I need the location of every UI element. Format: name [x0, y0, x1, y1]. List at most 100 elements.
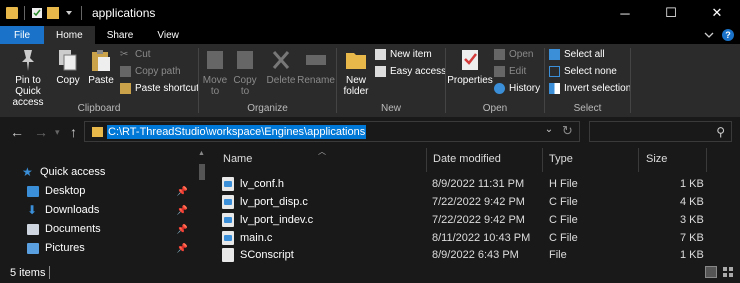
properties-icon	[462, 50, 478, 70]
tab-home[interactable]: Home	[44, 26, 95, 44]
column-header-name[interactable]: Name	[223, 153, 252, 165]
column-separator[interactable]	[426, 148, 427, 172]
properties-label: Properties	[447, 75, 493, 86]
recent-locations-button[interactable]: ▾	[55, 127, 60, 138]
nav-item-desktop[interactable]: Desktop 📌	[0, 182, 196, 200]
edit-icon	[494, 66, 505, 77]
help-icon[interactable]: ?	[722, 29, 734, 41]
paste-shortcut-button[interactable]: Paste shortcut	[120, 83, 199, 94]
paste-shortcut-label: Paste shortcut	[135, 83, 199, 94]
tab-view[interactable]: View	[145, 26, 191, 44]
nav-item-label: Desktop	[45, 185, 86, 197]
nav-scrollbar[interactable]: ▲	[196, 146, 208, 262]
documents-icon	[27, 223, 39, 235]
copy-to-button[interactable]: Copy to	[231, 47, 259, 97]
up-button[interactable]: ↑	[70, 124, 77, 140]
new-folder-quick-icon[interactable]	[47, 7, 59, 19]
delete-label: Delete	[266, 75, 296, 86]
copy-icon	[59, 50, 77, 71]
paste-label: Paste	[88, 75, 114, 86]
file-name: lv_port_indev.c	[240, 214, 314, 226]
paste-shortcut-icon	[120, 83, 131, 94]
refresh-icon[interactable]: ↻	[562, 123, 573, 139]
copy-path-button[interactable]: Copy path	[120, 66, 181, 77]
select-none-label: Select none	[564, 66, 617, 77]
close-button[interactable]: ✕	[694, 0, 740, 26]
tab-file[interactable]: File	[0, 26, 44, 44]
scissors-icon: ✂	[120, 49, 129, 60]
select-group-label: Select	[573, 103, 602, 114]
maximize-button[interactable]: ☐	[648, 0, 694, 26]
nav-item-pictures[interactable]: Pictures 📌	[0, 239, 196, 257]
rename-button[interactable]: Rename	[297, 47, 335, 86]
delete-button[interactable]: Delete	[267, 47, 295, 86]
address-path[interactable]: C:\RT-ThreadStudio\workspace\Engines\app…	[107, 125, 367, 139]
chevron-down-icon[interactable]: ⌄	[539, 124, 559, 139]
invert-selection-button[interactable]: Invert selection	[549, 83, 631, 94]
column-separator[interactable]	[706, 148, 707, 172]
copy-label: Copy	[56, 75, 80, 86]
forward-button[interactable]: →	[34, 124, 48, 140]
status-bar: 5 items	[0, 262, 740, 283]
rename-icon	[306, 55, 326, 65]
scroll-up-icon[interactable]: ▲	[198, 150, 205, 157]
file-size: 7 KB	[680, 232, 704, 244]
details-view-icon[interactable]	[705, 266, 717, 278]
move-to-button[interactable]: Move to	[201, 47, 229, 97]
desktop-icon	[27, 185, 39, 197]
nav-item-downloads[interactable]: ⬇ Downloads 📌	[0, 201, 196, 219]
properties-button[interactable]: Properties	[447, 47, 493, 86]
column-header-type[interactable]: Type	[549, 153, 573, 165]
organize-group: Move to Copy to Delete Rename Organize	[199, 44, 336, 117]
chevron-down-icon[interactable]	[704, 30, 714, 40]
select-all-button[interactable]: Select all	[549, 49, 605, 60]
easy-access-button[interactable]: Easy access	[375, 66, 446, 77]
edit-button[interactable]: Edit	[494, 66, 526, 77]
open-button[interactable]: Open	[494, 49, 533, 60]
minimize-button[interactable]: ─	[602, 0, 648, 26]
customize-quick-access-icon[interactable]	[63, 7, 75, 19]
paste-button[interactable]: Paste	[88, 47, 114, 86]
file-date: 7/22/2022 9:42 PM	[432, 214, 525, 226]
table-row[interactable]: lv_port_indev.c 7/22/2022 9:42 PM C File…	[208, 211, 740, 229]
table-row[interactable]: main.c 8/11/2022 10:43 PM C File 7 KB	[208, 229, 740, 247]
column-separator[interactable]	[638, 148, 639, 172]
back-button[interactable]: ←	[10, 124, 24, 140]
select-none-button[interactable]: Select none	[549, 66, 617, 77]
download-icon: ⬇	[27, 202, 38, 217]
copy-to-icon	[237, 51, 253, 69]
scrollbar-thumb[interactable]	[199, 164, 205, 180]
history-button[interactable]: History	[494, 83, 540, 94]
search-input[interactable]: ⚲	[589, 121, 732, 142]
pin-icon: 📌	[176, 204, 188, 215]
select-group: Select all Select none Invert selection …	[545, 44, 631, 117]
address-field[interactable]: C:\RT-ThreadStudio\workspace\Engines\app…	[84, 121, 580, 142]
nav-item-documents[interactable]: Documents 📌	[0, 220, 196, 238]
ribbon: Pin to Quick access Copy Paste ✂ Cut Cop…	[0, 44, 740, 117]
new-item-button[interactable]: New item	[375, 49, 432, 60]
copy-button[interactable]: Copy	[56, 47, 80, 86]
file-name: main.c	[240, 232, 273, 244]
title-separator	[81, 6, 82, 20]
c-file-icon	[222, 195, 234, 209]
nav-item-label: Downloads	[45, 204, 100, 216]
properties-quick-icon[interactable]	[31, 7, 43, 19]
open-label: Open	[509, 49, 534, 60]
column-header-size[interactable]: Size	[646, 153, 667, 165]
h-file-icon	[222, 177, 234, 191]
pin-quick-access-button[interactable]: Pin to Quick access	[4, 47, 52, 108]
invert-selection-icon	[549, 83, 560, 94]
new-folder-button[interactable]: New folder	[340, 47, 372, 97]
column-header-date[interactable]: Date modified	[433, 153, 501, 165]
column-separator[interactable]	[542, 148, 543, 172]
file-list: ︿ Name Date modified Type Size lv_conf.h…	[208, 146, 740, 262]
file-date: 7/22/2022 9:42 PM	[432, 196, 525, 208]
cut-button[interactable]: ✂ Cut	[120, 49, 151, 60]
nav-item-quick-access[interactable]: ★ Quick access	[0, 163, 196, 181]
large-icons-view-icon[interactable]	[722, 266, 734, 278]
tab-share[interactable]: Share	[95, 26, 146, 44]
copy-path-icon	[120, 66, 131, 77]
table-row[interactable]: lv_port_disp.c 7/22/2022 9:42 PM C File …	[208, 193, 740, 211]
ribbon-separator	[630, 48, 631, 113]
table-row[interactable]: lv_conf.h 8/9/2022 11:31 PM H File 1 KB	[208, 175, 740, 193]
